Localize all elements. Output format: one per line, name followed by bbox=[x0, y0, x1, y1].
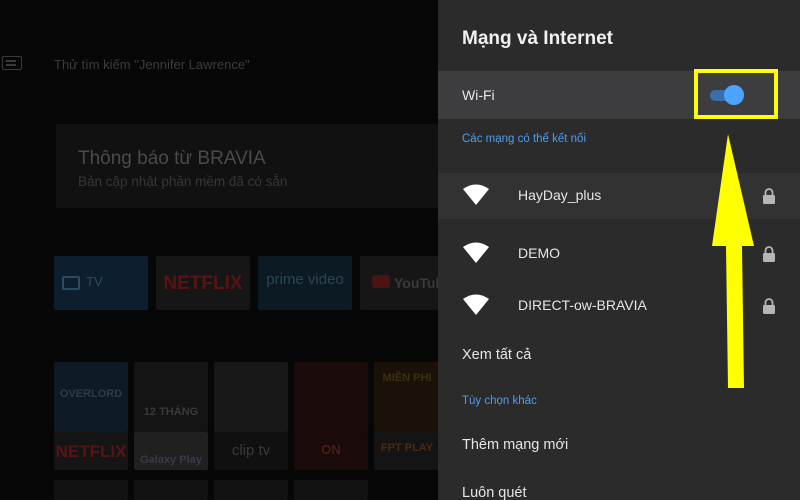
content-thumbnail[interactable] bbox=[294, 362, 368, 432]
other-options-header: Tùy chọn khác bbox=[462, 395, 537, 407]
app-label-netflix: NETFLIX bbox=[163, 273, 243, 294]
content-tile[interactable] bbox=[214, 480, 288, 500]
lock-icon bbox=[763, 188, 775, 204]
youtube-play-icon bbox=[372, 275, 390, 288]
channel-tile-galaxy-play[interactable]: Galaxy Play bbox=[134, 432, 208, 470]
channel-tile-on[interactable]: ON bbox=[294, 432, 368, 470]
channel-tile-netflix[interactable]: NETFLIX bbox=[54, 432, 128, 470]
channel-label: NETFLIX bbox=[55, 442, 127, 461]
keyboard-icon bbox=[2, 56, 22, 70]
app-tile-youtube[interactable]: YouTube bbox=[360, 256, 438, 310]
network-name: DIRECT-ow-BRAVIA bbox=[518, 297, 647, 313]
available-networks-header: Các mạng có thể kết nối bbox=[462, 133, 587, 145]
wifi-toggle-highlight-box bbox=[694, 69, 778, 119]
channel-label: Galaxy Play bbox=[140, 454, 202, 466]
thumbnail-text: MIỀN PHI bbox=[382, 372, 432, 384]
add-new-network-button[interactable]: Thêm mạng mới bbox=[462, 437, 568, 453]
wifi-label: Wi-Fi bbox=[462, 87, 495, 103]
content-tile[interactable] bbox=[294, 480, 368, 500]
panel-title: Mạng và Internet bbox=[462, 28, 613, 49]
network-item-hayday-plus[interactable]: HayDay_plus bbox=[438, 173, 800, 219]
network-name: DEMO bbox=[518, 245, 560, 261]
always-scan-option[interactable]: Luôn quét bbox=[462, 485, 527, 500]
channel-tile-fpt-play[interactable]: FPT PLAY bbox=[374, 432, 438, 470]
content-tile[interactable] bbox=[54, 480, 128, 500]
network-name: HayDay_plus bbox=[518, 187, 602, 203]
content-thumbnail[interactable]: 12 THÁNG bbox=[134, 362, 208, 432]
wifi-icon bbox=[463, 242, 489, 263]
tv-icon bbox=[62, 276, 80, 290]
network-item-direct-ow-bravia[interactable]: DIRECT-ow-BRAVIA bbox=[438, 283, 800, 329]
lock-icon bbox=[763, 298, 775, 314]
notification-card[interactable]: Thông báo từ BRAVIA Bản cập nhật phần mề… bbox=[56, 124, 438, 208]
search-hint: Thử tìm kiếm "Jennifer Lawrence" bbox=[54, 57, 250, 72]
app-tile-prime-video[interactable]: prime video bbox=[258, 256, 352, 310]
content-tile[interactable] bbox=[134, 480, 208, 500]
tv-home-background: Thử tìm kiếm "Jennifer Lawrence" Thông b… bbox=[0, 0, 438, 500]
notification-subtitle: Bản cập nhật phần mềm đã có sẵn bbox=[78, 174, 288, 189]
notification-title: Thông báo từ BRAVIA bbox=[78, 148, 266, 169]
channel-tile-clip-tv[interactable]: clip tv bbox=[214, 432, 288, 470]
lock-icon bbox=[763, 246, 775, 262]
thumbnail-text: 12 THÁNG bbox=[143, 406, 199, 418]
app-tile-netflix[interactable]: NETFLIX bbox=[156, 256, 250, 310]
app-label-tv: TV bbox=[86, 274, 103, 289]
content-thumbnail[interactable]: MIỀN PHI bbox=[374, 362, 438, 432]
content-thumbnail[interactable]: OVERLORD bbox=[54, 362, 128, 432]
search-bar[interactable]: Thử tìm kiếm "Jennifer Lawrence" bbox=[0, 52, 438, 80]
channel-label: clip tv bbox=[231, 442, 271, 459]
wifi-icon bbox=[463, 294, 489, 315]
content-thumbnail[interactable] bbox=[214, 362, 288, 432]
network-item-demo[interactable]: DEMO bbox=[438, 231, 800, 277]
app-label-youtube: YouTube bbox=[394, 275, 438, 291]
app-label-prime-video: prime video bbox=[266, 271, 344, 288]
see-all-networks-button[interactable]: Xem tất cả bbox=[462, 347, 531, 363]
wifi-icon bbox=[463, 184, 489, 205]
app-tile-tv[interactable]: TV bbox=[54, 256, 148, 310]
thumbnail-text: OVERLORD bbox=[59, 388, 123, 400]
channel-label: ON bbox=[321, 442, 341, 457]
channel-label: FPT PLAY bbox=[380, 442, 434, 454]
